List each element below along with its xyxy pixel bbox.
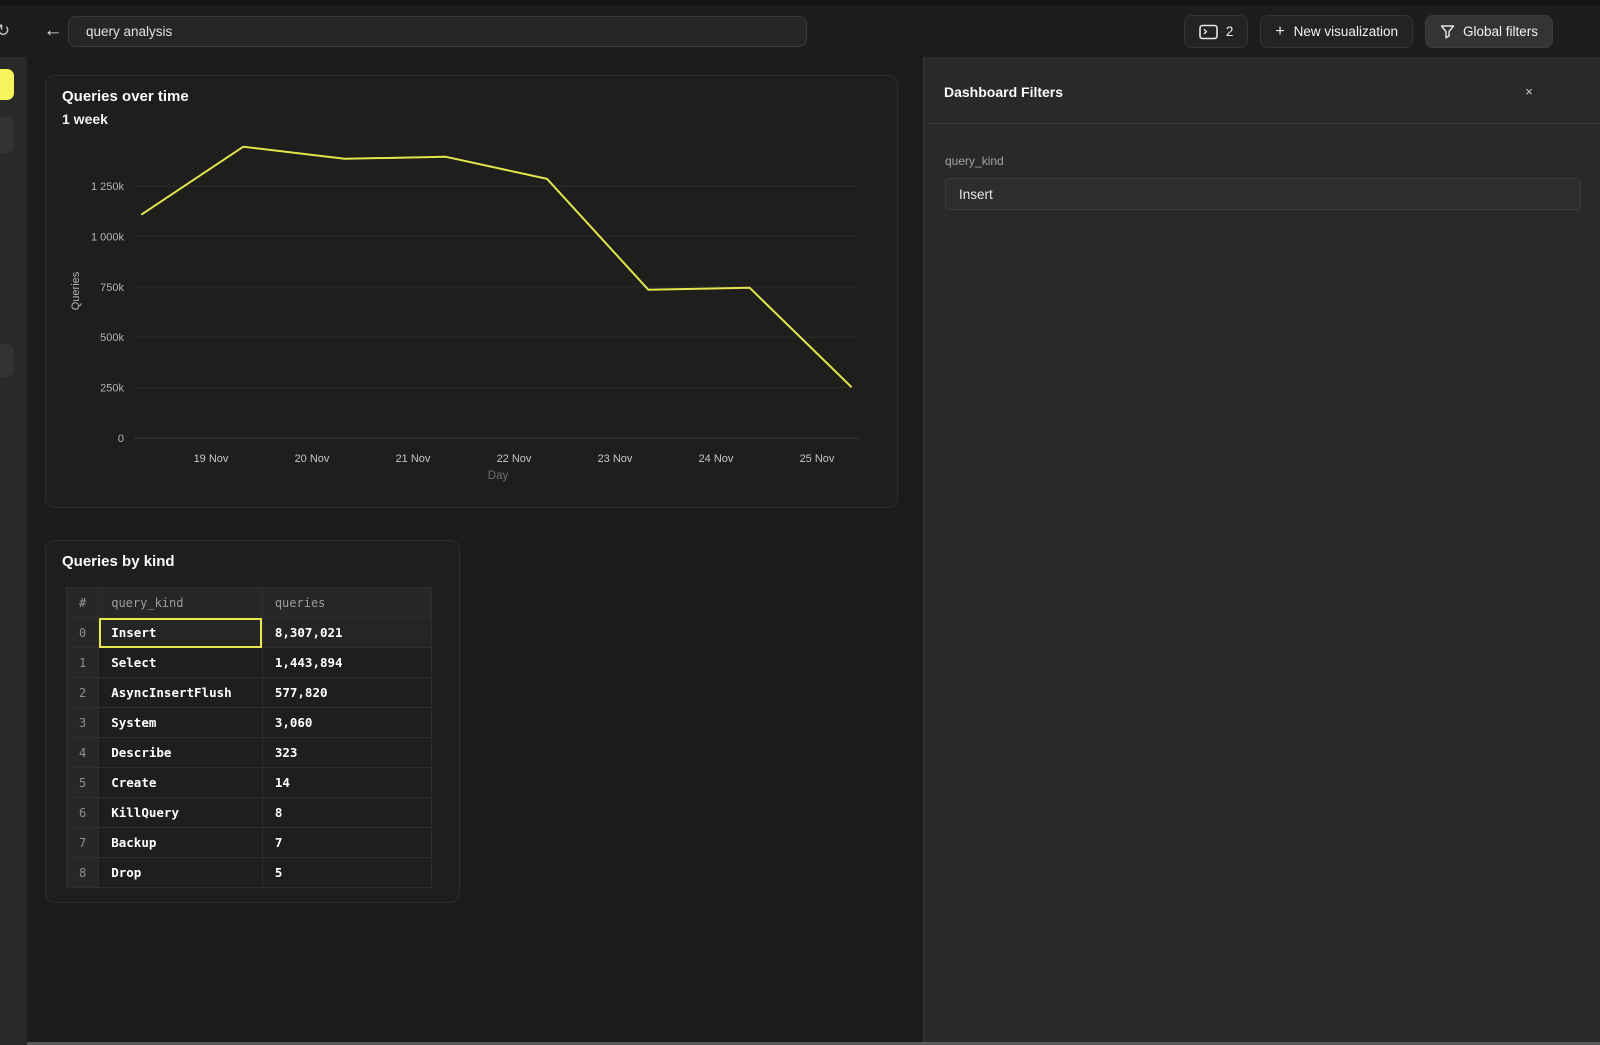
row-index: 6 [67, 798, 99, 828]
panel-divider [924, 123, 1600, 124]
queries-by-kind-card[interactable]: Queries by kind # query_kind queries 0 I… [45, 540, 460, 903]
row-index: 0 [67, 618, 99, 648]
table-header-row: # query_kind queries [67, 588, 432, 618]
row-index: 1 [67, 648, 99, 678]
row-index: 5 [67, 768, 99, 798]
collapsed-sidebar [0, 57, 27, 1045]
svg-text:19 Nov: 19 Nov [194, 453, 229, 465]
svg-text:20 Nov: 20 Nov [295, 453, 330, 465]
cell-query-kind[interactable]: Describe [99, 738, 263, 768]
back-button[interactable]: ← [40, 18, 66, 44]
filter-field-label: query_kind [945, 154, 1004, 168]
svg-text:24 Nov: 24 Nov [699, 453, 734, 465]
console-count: 2 [1226, 24, 1234, 39]
workspace: Queries over time 1 week 0250k500k750k1 … [0, 57, 1600, 1045]
row-index: 3 [67, 708, 99, 738]
cell-query-kind[interactable]: Drop [99, 858, 263, 888]
table-row: 1 Select 1,443,894 [67, 648, 432, 678]
line-chart[interactable]: 0 250k 500k 750k 1 000k 1 250k 19 Nov 20 Nov 21 … [46, 76, 899, 509]
table-row: 5 Create 14 [67, 768, 432, 798]
cell-query-kind[interactable]: Select [99, 648, 263, 678]
query-kind-filter-input[interactable] [945, 178, 1581, 210]
history-icon[interactable]: ↻ [0, 20, 14, 42]
topbar: ↻ ← 2 + New visualization Global filters [0, 5, 1600, 57]
dashboard-filters-panel: Dashboard Filters × query_kind [923, 57, 1600, 1045]
dashboard-canvas: Queries over time 1 week 0250k500k750k1 … [27, 57, 923, 1045]
cell-query-kind[interactable]: System [99, 708, 263, 738]
svg-text:250k: 250k [100, 383, 124, 395]
row-index: 7 [67, 828, 99, 858]
col-header-kind[interactable]: query_kind [99, 588, 263, 618]
cell-queries[interactable]: 8,307,021 [262, 618, 431, 648]
cell-query-kind[interactable]: Backup [99, 828, 263, 858]
cell-queries[interactable]: 577,820 [262, 678, 431, 708]
sidebar-active-item[interactable] [0, 69, 14, 100]
row-index: 2 [67, 678, 99, 708]
sidebar-item[interactable] [0, 117, 14, 153]
cell-queries[interactable]: 3,060 [262, 708, 431, 738]
cell-query-kind[interactable]: KillQuery [99, 798, 263, 828]
table-row: 0 Insert 8,307,021 [67, 618, 432, 648]
row-index: 4 [67, 738, 99, 768]
new-visualization-label: New visualization [1294, 24, 1398, 39]
svg-text:Queries: Queries [70, 271, 82, 310]
filter-funnel-icon [1440, 24, 1455, 39]
table-row: 4 Describe 323 [67, 738, 432, 768]
cell-queries[interactable]: 5 [262, 858, 431, 888]
table-row: 6 KillQuery 8 [67, 798, 432, 828]
cell-queries[interactable]: 7 [262, 828, 431, 858]
table-row: 7 Backup 7 [67, 828, 432, 858]
global-filters-label: Global filters [1463, 24, 1538, 39]
cell-query-kind-selected[interactable]: Insert [99, 618, 263, 648]
console-icon [1199, 24, 1218, 40]
filters-panel-title: Dashboard Filters [944, 84, 1063, 100]
svg-text:22 Nov: 22 Nov [497, 453, 532, 465]
svg-text:Day: Day [488, 470, 509, 482]
svg-text:1 000k: 1 000k [91, 231, 125, 243]
col-header-queries[interactable]: queries [262, 588, 431, 618]
cell-queries[interactable]: 14 [262, 768, 431, 798]
cell-query-kind[interactable]: Create [99, 768, 263, 798]
cell-queries[interactable]: 323 [262, 738, 431, 768]
svg-text:500k: 500k [100, 332, 124, 344]
svg-text:23 Nov: 23 Nov [598, 453, 633, 465]
close-icon[interactable]: × [1520, 83, 1538, 101]
new-visualization-button[interactable]: + New visualization [1260, 15, 1413, 48]
global-filters-button[interactable]: Global filters [1425, 15, 1553, 48]
queries-table: # query_kind queries 0 Insert 8,307,021 … [66, 587, 432, 888]
console-count-button[interactable]: 2 [1184, 15, 1249, 48]
queries-over-time-card[interactable]: Queries over time 1 week 0250k500k750k1 … [45, 75, 898, 508]
table-row: 2 AsyncInsertFlush 577,820 [67, 678, 432, 708]
svg-text:0: 0 [118, 433, 124, 445]
svg-text:21 Nov: 21 Nov [396, 453, 431, 465]
sidebar-item[interactable] [0, 344, 14, 377]
table-row: 3 System 3,060 [67, 708, 432, 738]
cell-queries[interactable]: 8 [262, 798, 431, 828]
svg-text:750k: 750k [100, 282, 124, 294]
svg-text:1 250k: 1 250k [91, 181, 125, 193]
dashboard-title-input[interactable] [68, 16, 807, 47]
row-index: 8 [67, 858, 99, 888]
cell-queries[interactable]: 1,443,894 [262, 648, 431, 678]
plus-icon: + [1275, 23, 1284, 41]
topbar-actions: 2 + New visualization Global filters [1184, 15, 1553, 48]
col-header-index[interactable]: # [67, 588, 99, 618]
table-row: 8 Drop 5 [67, 858, 432, 888]
svg-text:25 Nov: 25 Nov [800, 453, 835, 465]
cell-query-kind[interactable]: AsyncInsertFlush [99, 678, 263, 708]
table-title: Queries by kind [62, 553, 175, 570]
